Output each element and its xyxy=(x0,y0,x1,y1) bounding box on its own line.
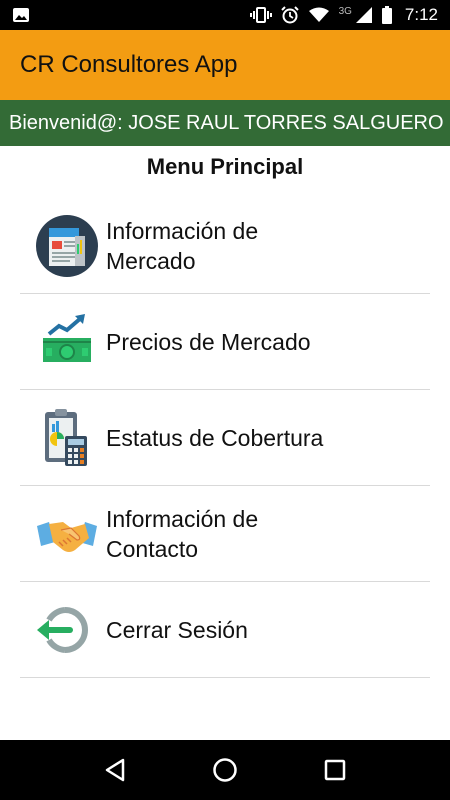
menu-item-precios-mercado[interactable]: Precios de Mercado xyxy=(20,294,430,390)
battery-icon xyxy=(381,6,392,24)
money-trend-icon xyxy=(34,309,100,375)
recent-apps-icon[interactable] xyxy=(315,750,355,790)
image-notification-icon xyxy=(12,7,30,23)
home-icon[interactable] xyxy=(205,750,245,790)
menu-item-informacion-mercado[interactable]: Información de Mercado xyxy=(20,198,430,294)
menu-item-label: Información de Mercado xyxy=(106,217,259,274)
navigation-bar xyxy=(0,740,450,800)
welcome-bar: Bienvenid@: JOSE RAUL TORRES SALGUERO xyxy=(0,100,450,146)
menu-list: Información de Mercado Precios de Mercad… xyxy=(20,198,430,678)
status-bar: 3G 7:12 xyxy=(0,0,450,30)
alarm-icon xyxy=(280,6,299,24)
logout-icon xyxy=(34,597,100,663)
menu-item-label: Cerrar Sesión xyxy=(106,616,248,643)
menu-item-label: Precios de Mercado xyxy=(106,328,311,355)
signal-icon xyxy=(355,6,373,24)
clipboard-calculator-icon xyxy=(34,405,100,471)
menu-item-estatus-cobertura[interactable]: Estatus de Cobertura xyxy=(20,390,430,486)
menu-item-label: Información de Contacto xyxy=(106,505,259,562)
app-title: CR Consultores App xyxy=(20,51,238,78)
handshake-icon xyxy=(34,501,100,567)
news-icon xyxy=(34,213,100,279)
wifi-icon xyxy=(308,7,330,23)
back-icon[interactable] xyxy=(95,750,135,790)
network-type-label: 3G xyxy=(338,5,352,17)
menu-item-label: Estatus de Cobertura xyxy=(106,424,324,451)
menu-item-informacion-contacto[interactable]: Información de Contacto xyxy=(20,486,430,582)
menu-item-cerrar-sesion[interactable]: Cerrar Sesión xyxy=(20,582,430,678)
menu-title: Menu Principal xyxy=(146,154,304,179)
welcome-text: Bienvenid@: JOSE RAUL TORRES SALGUERO xyxy=(9,111,444,134)
app-bar: CR Consultores App xyxy=(0,30,450,100)
status-time: 7:12 xyxy=(404,5,438,24)
vibrate-icon xyxy=(249,7,272,23)
